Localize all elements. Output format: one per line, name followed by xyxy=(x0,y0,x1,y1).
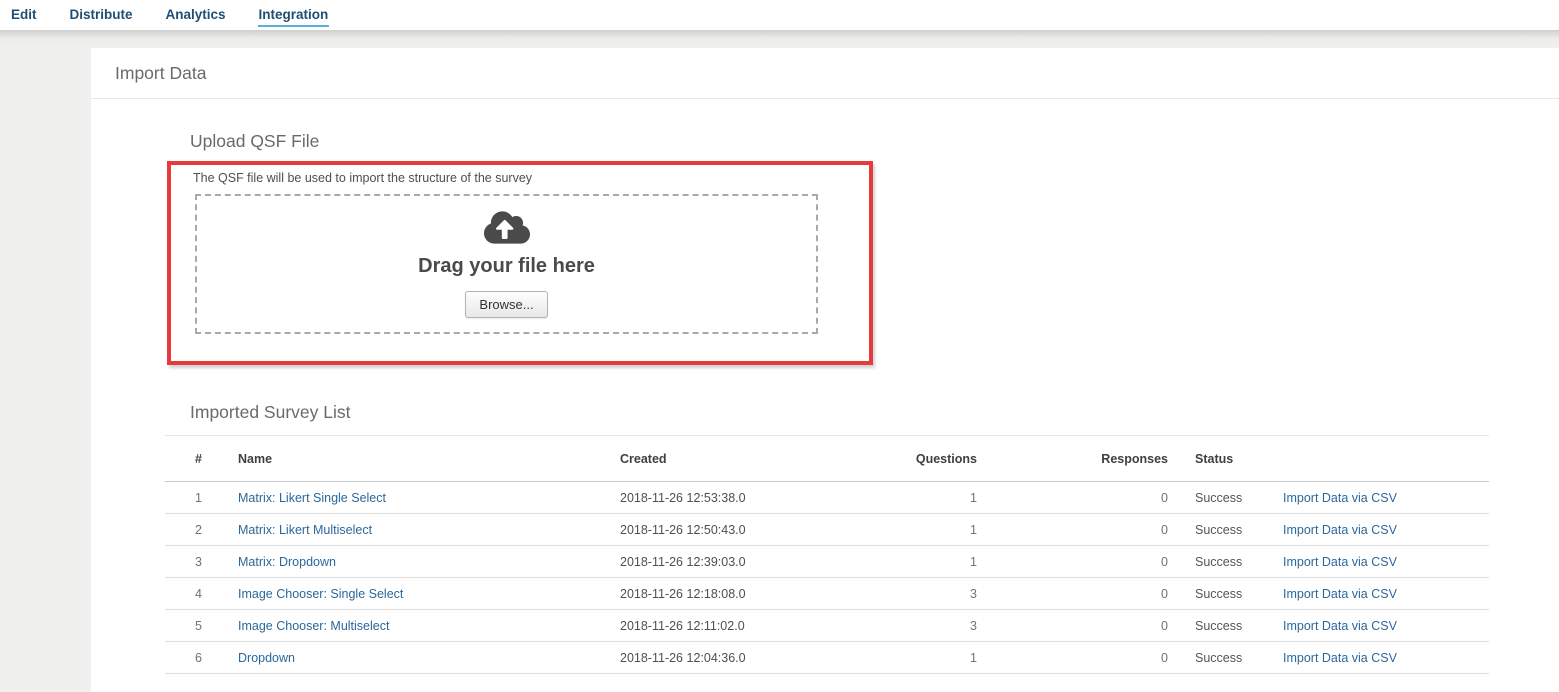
survey-name-link-cell: Dropdown xyxy=(238,642,620,674)
row-number: 2 xyxy=(165,514,238,546)
responses-cell: 0 xyxy=(977,610,1168,642)
table-row: 6Dropdown 2018-11-26 12:04:36.010SuccessI… xyxy=(165,642,1489,674)
questions-cell: 3 xyxy=(900,610,977,642)
column-header-actions xyxy=(1283,436,1489,482)
survey-name-link[interactable]: Image Chooser: Single Select xyxy=(238,587,403,601)
survey-name-link-cell: Matrix: Likert Single Select xyxy=(238,482,620,514)
responses-cell: 0 xyxy=(977,482,1168,514)
import-csv-link-cell: Import Data via CSV xyxy=(1283,610,1489,642)
created-cell: 2018-11-26 12:53:38.0 xyxy=(620,482,900,514)
survey-name-link[interactable]: Matrix: Likert Multiselect xyxy=(238,523,372,537)
row-number: 4 xyxy=(165,578,238,610)
dropzone-label: Drag your file here xyxy=(197,255,816,278)
annotation-highlight-box: The QSF file will be used to import the … xyxy=(167,161,873,365)
responses-cell: 0 xyxy=(977,642,1168,674)
upload-section-heading: Upload QSF File xyxy=(190,131,1559,152)
import-csv-link[interactable]: Import Data via CSV xyxy=(1283,587,1397,601)
column-header-status: Status xyxy=(1168,436,1283,482)
column-header-created: Created xyxy=(620,436,900,482)
import-csv-link-cell: Import Data via CSV xyxy=(1283,578,1489,610)
survey-name-link-cell: Matrix: Dropdown xyxy=(238,546,620,578)
column-header-responses: Responses xyxy=(977,436,1168,482)
import-csv-link-cell: Import Data via CSV xyxy=(1283,642,1489,674)
status-cell: Success xyxy=(1168,610,1283,642)
responses-cell: 0 xyxy=(977,578,1168,610)
created-cell: 2018-11-26 12:11:02.0 xyxy=(620,610,900,642)
nav-tab-distribute[interactable]: Distribute xyxy=(69,4,134,27)
created-cell: 2018-11-26 12:18:08.0 xyxy=(620,578,900,610)
import-csv-link[interactable]: Import Data via CSV xyxy=(1283,523,1397,537)
created-cell: 2018-11-26 12:50:43.0 xyxy=(620,514,900,546)
status-cell: Success xyxy=(1168,482,1283,514)
table-row: 1Matrix: Likert Single Select2018-11-26 … xyxy=(165,482,1489,514)
survey-name-link[interactable]: Dropdown xyxy=(238,651,295,665)
import-csv-link[interactable]: Import Data via CSV xyxy=(1283,619,1397,633)
import-csv-link-cell: Import Data via CSV xyxy=(1283,482,1489,514)
nav-tab-analytics[interactable]: Analytics xyxy=(165,4,227,27)
nav-tab-edit[interactable]: Edit xyxy=(10,4,38,27)
row-number: 5 xyxy=(165,610,238,642)
status-cell: Success xyxy=(1168,578,1283,610)
cloud-upload-icon xyxy=(484,209,530,246)
nav-tab-integration[interactable]: Integration xyxy=(258,4,330,27)
import-csv-link-cell: Import Data via CSV xyxy=(1283,546,1489,578)
imported-survey-table: # Name Created Questions Responses Statu… xyxy=(165,435,1489,674)
column-header-number: # xyxy=(165,436,238,482)
questions-cell: 1 xyxy=(900,514,977,546)
nav-shadow xyxy=(0,30,1559,48)
upload-description: The QSF file will be used to import the … xyxy=(193,171,869,185)
status-cell: Success xyxy=(1168,546,1283,578)
questions-cell: 3 xyxy=(900,578,977,610)
survey-name-link-cell: Image Chooser: Multiselect xyxy=(238,610,620,642)
responses-cell: 0 xyxy=(977,546,1168,578)
responses-cell: 0 xyxy=(977,514,1168,546)
top-navigation: Edit Distribute Analytics Integration xyxy=(0,0,1559,30)
questions-cell: 1 xyxy=(900,482,977,514)
table-row: 2Matrix: Likert Multiselect 2018-11-26 12… xyxy=(165,514,1489,546)
column-header-name: Name xyxy=(238,436,620,482)
survey-name-link[interactable]: Matrix: Dropdown xyxy=(238,555,336,569)
created-cell: 2018-11-26 12:04:36.0 xyxy=(620,642,900,674)
status-cell: Success xyxy=(1168,514,1283,546)
content-panel: Import Data Upload QSF File The QSF file… xyxy=(91,48,1559,692)
survey-name-link-cell: Image Chooser: Single Select xyxy=(238,578,620,610)
row-number: 3 xyxy=(165,546,238,578)
questions-cell: 1 xyxy=(900,546,977,578)
import-csv-link[interactable]: Import Data via CSV xyxy=(1283,555,1397,569)
status-cell: Success xyxy=(1168,642,1283,674)
table-row: 4Image Chooser: Single Select 2018-11-26 … xyxy=(165,578,1489,610)
column-header-questions: Questions xyxy=(900,436,977,482)
table-row: 3Matrix: Dropdown 2018-11-26 12:39:03.010… xyxy=(165,546,1489,578)
created-cell: 2018-11-26 12:39:03.0 xyxy=(620,546,900,578)
survey-name-link[interactable]: Matrix: Likert Single Select xyxy=(238,491,386,505)
survey-list-heading: Imported Survey List xyxy=(190,402,1559,423)
row-number: 1 xyxy=(165,482,238,514)
questions-cell: 1 xyxy=(900,642,977,674)
table-row: 5Image Chooser: Multiselect 2018-11-26 12… xyxy=(165,610,1489,642)
browse-button[interactable]: Browse... xyxy=(465,291,547,318)
table-header-row: # Name Created Questions Responses Statu… xyxy=(165,436,1489,482)
file-dropzone[interactable]: Drag your file here Browse... xyxy=(195,194,818,334)
survey-name-link-cell: Matrix: Likert Multiselect xyxy=(238,514,620,546)
page-title: Import Data xyxy=(115,63,206,83)
import-csv-link[interactable]: Import Data via CSV xyxy=(1283,651,1397,665)
import-csv-link-cell: Import Data via CSV xyxy=(1283,514,1489,546)
row-number: 6 xyxy=(165,642,238,674)
import-csv-link[interactable]: Import Data via CSV xyxy=(1283,491,1397,505)
page-header: Import Data xyxy=(91,48,1559,99)
survey-name-link[interactable]: Image Chooser: Multiselect xyxy=(238,619,389,633)
